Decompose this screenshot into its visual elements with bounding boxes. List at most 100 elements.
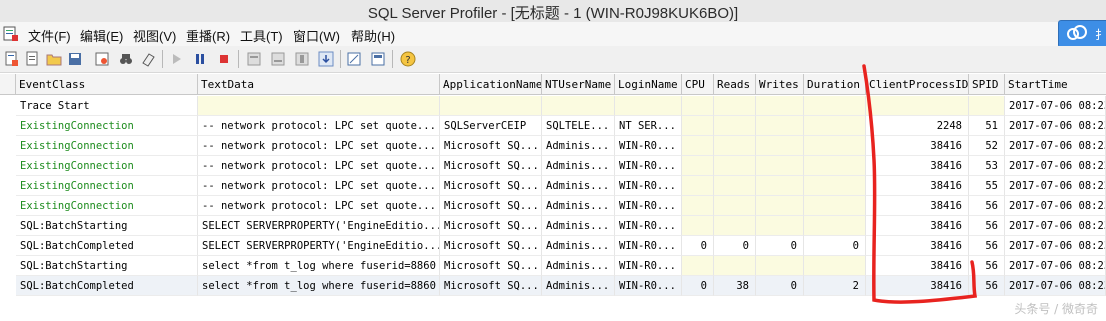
menu-file[interactable]: 文件(F) [28,26,71,45]
clear-icon[interactable] [140,51,156,67]
column-header-eventclass[interactable]: EventClass [16,74,198,95]
menu-help[interactable]: 帮助(H) [351,26,395,45]
column-header-loginname[interactable]: LoginName [615,74,682,95]
cell-clientprocessid: 38416 [866,256,969,276]
column-header-cpu[interactable]: CPU [682,74,714,95]
cell-eventclass: SQL:BatchCompleted [16,236,198,256]
column-header-writes[interactable]: Writes [756,74,804,95]
column-header-starttime[interactable]: StartTime [1005,74,1106,95]
cell-writes [756,96,804,116]
cell-starttime: 2017-07-06 08:22 [1005,156,1106,176]
column-header-reads[interactable]: Reads [714,74,756,95]
cell-cpu: 0 [682,276,714,296]
column-header-clientprocessid[interactable]: ClientProcessID [866,74,969,95]
cell-textdata: select *from t_log where fuserid=8860 [198,276,440,296]
cell-loginname [615,96,682,116]
menu-tools[interactable]: 工具(T) [240,26,283,45]
svg-text:?: ? [405,55,410,66]
new-template-icon[interactable] [25,51,41,67]
table-row[interactable]: Trace Start 2017-07-06 08:23 [0,96,1106,116]
trace-grid[interactable]: EventClass TextData ApplicationName NTUs… [0,74,1106,321]
column-header-duration[interactable]: Duration [804,74,866,95]
cell-starttime: 2017-07-06 08:23 [1005,256,1106,276]
cell-reads [714,116,756,136]
open-icon[interactable] [46,51,62,67]
title-bar: SQL Server Profiler - [无标题 - 1 (WIN-R0J9… [0,0,1106,22]
stop-icon[interactable] [216,51,232,67]
cell-starttime: 2017-07-06 08:23 [1005,136,1106,156]
menu-edit[interactable]: 编辑(E) [80,26,123,45]
cell-clientprocessid: 38416 [866,196,969,216]
table-row[interactable]: SQL:BatchCompleted SELECT SERVERPROPERTY(… [0,236,1106,256]
cell-clientprocessid: 38416 [866,236,969,256]
table-row[interactable]: SQL:BatchCompleted select *from t_log whe… [0,276,1106,296]
step-icon[interactable] [270,51,286,67]
cell-duration [804,196,866,216]
menu-window[interactable]: 窗口(W) [293,26,340,45]
new-trace-icon[interactable] [4,51,20,67]
cell-cpu [682,156,714,176]
table-row[interactable]: SQL:BatchStarting SELECT SERVERPROPERTY('… [0,216,1106,236]
table-row[interactable]: ExistingConnection -- network protocol: L… [0,136,1106,156]
properties-icon[interactable] [94,51,110,67]
column-header-ntusername[interactable]: NTUserName [542,74,615,95]
cell-reads: 38 [714,276,756,296]
column-header-textdata[interactable]: TextData [198,74,440,95]
toolbar-separator [238,50,239,68]
toolbar-separator [392,50,393,68]
cell-loginname: WIN-R0... [615,156,682,176]
cell-reads [714,156,756,176]
start-icon[interactable] [168,51,184,67]
toolbar: ? [0,46,1106,73]
cell-starttime: 2017-07-06 08:23 [1005,276,1106,296]
column-header-applicationname[interactable]: ApplicationName [440,74,542,95]
cell-duration [804,256,866,276]
cell-textdata: -- network protocol: LPC set quote... [198,116,440,136]
cell-spid: 56 [969,276,1005,296]
find-icon[interactable] [118,51,134,67]
cell-eventclass: ExistingConnection [16,116,198,136]
cell-starttime: 2017-07-06 08:22 [1005,176,1106,196]
column-header-spid[interactable]: SPID [969,74,1005,95]
trace-properties-icon[interactable] [346,51,362,67]
cloud-button[interactable]: 扌 [1058,20,1106,48]
auto-scroll-icon[interactable] [318,51,334,67]
menu-view[interactable]: 视图(V) [133,26,176,45]
app-icon[interactable] [3,26,19,42]
cell-cpu [682,216,714,236]
cell-applicationname: Microsoft SQ... [440,136,542,156]
replay-icon[interactable] [246,51,262,67]
cell-applicationname: Microsoft SQ... [440,216,542,236]
cell-duration [804,156,866,176]
cell-spid: 51 [969,116,1005,136]
pause-icon[interactable] [192,51,208,67]
help-icon[interactable]: ? [400,51,416,67]
cell-textdata: -- network protocol: LPC set quote... [198,156,440,176]
cell-reads: 0 [714,236,756,256]
cell-starttime: 2017-07-06 08:23 [1005,196,1106,216]
cell-applicationname: Microsoft SQ... [440,156,542,176]
cell-clientprocessid: 38416 [866,216,969,236]
template-properties-icon[interactable] [370,51,386,67]
cell-ntusername: Adminis... [542,256,615,276]
cell-writes [756,156,804,176]
cell-spid: 56 [969,196,1005,216]
run-to-cursor-icon[interactable] [294,51,310,67]
cell-clientprocessid: 2248 [866,116,969,136]
cell-starttime: 2017-07-06 08:23 [1005,236,1106,256]
menu-replay[interactable]: 重播(R) [186,26,230,45]
table-row[interactable]: ExistingConnection -- network protocol: L… [0,196,1106,216]
cell-reads [714,256,756,276]
window-title: SQL Server Profiler - [无标题 - 1 (WIN-R0J9… [367,5,739,22]
cell-textdata: -- network protocol: LPC set quote... [198,196,440,216]
cell-applicationname: Microsoft SQ... [440,256,542,276]
table-row[interactable]: ExistingConnection -- network protocol: L… [0,156,1106,176]
table-row[interactable]: ExistingConnection -- network protocol: L… [0,116,1106,136]
cell-eventclass: ExistingConnection [16,176,198,196]
cell-spid: 53 [969,156,1005,176]
cloud-label: 扌 [1095,28,1106,42]
table-row[interactable]: ExistingConnection -- network protocol: L… [0,176,1106,196]
save-icon[interactable] [67,51,83,67]
table-row[interactable]: SQL:BatchStarting select *from t_log wher… [0,256,1106,276]
cell-clientprocessid: 38416 [866,156,969,176]
